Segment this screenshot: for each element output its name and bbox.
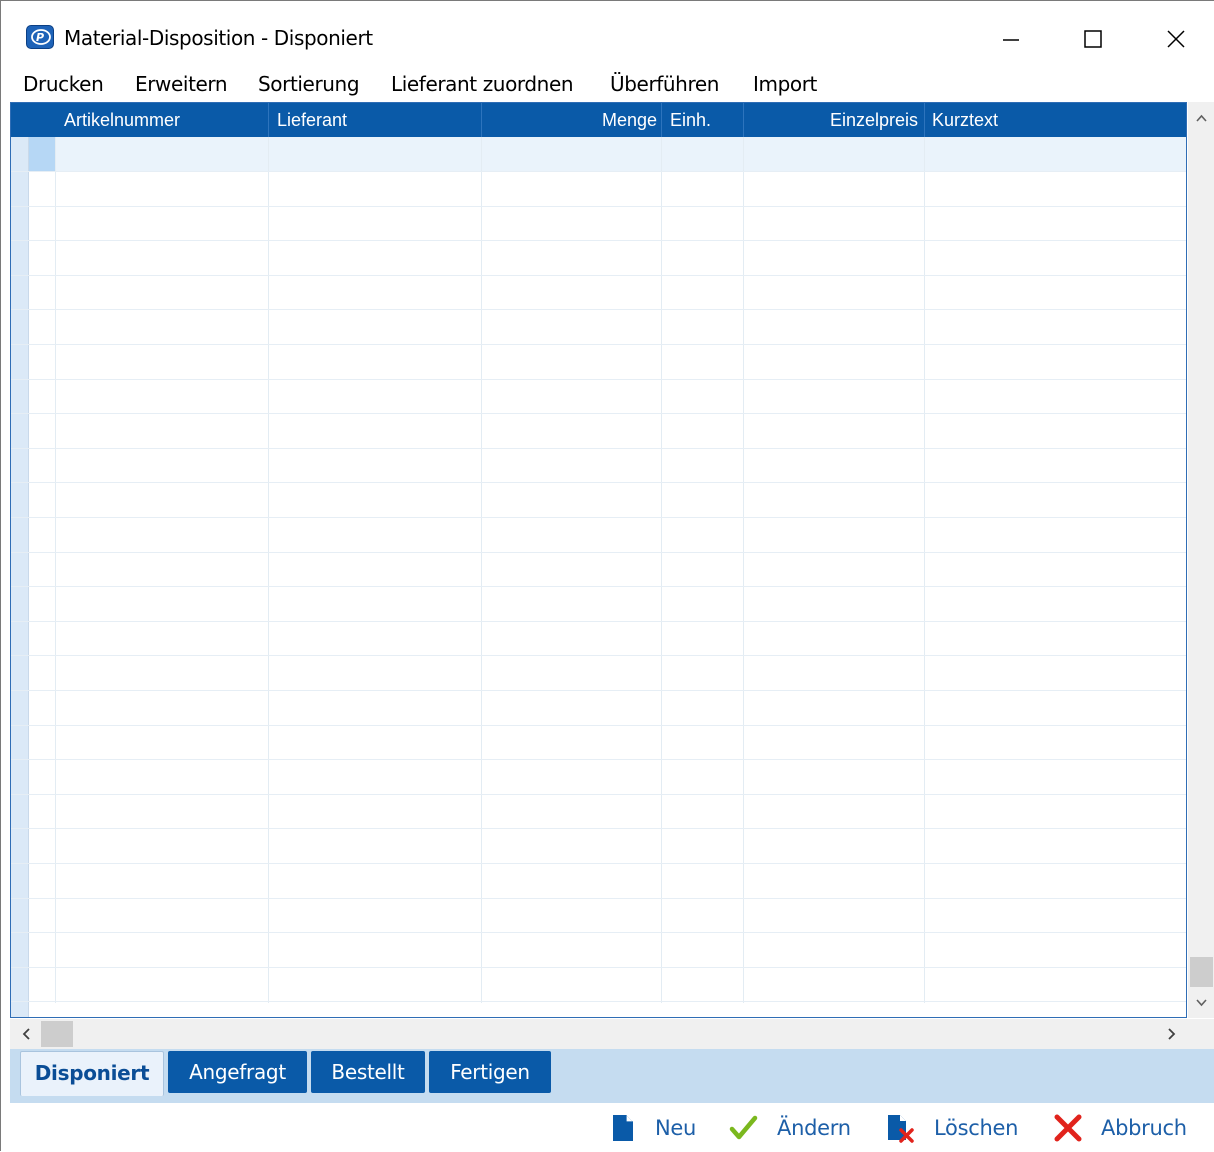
new-button[interactable]: Neu [608,1111,703,1147]
menu-erweitern[interactable]: Erweitern [135,71,228,97]
material-disposition-window: P Material-Disposition - Disponiert Druc… [0,0,1214,1152]
column-header-lieferant[interactable]: Lieferant [277,103,477,137]
grid-column-line [481,137,482,1003]
minimize-button[interactable] [991,19,1031,59]
chevron-down-icon [1196,999,1207,1007]
grid-row-line [11,898,1186,899]
edit-button-label: Ändern [777,1116,851,1140]
grid-row-line [11,828,1186,829]
column-divider[interactable] [661,103,662,137]
tab-bestellt[interactable]: Bestellt [311,1051,425,1093]
grid-row-line [11,379,1186,380]
menu-import[interactable]: Import [753,71,817,97]
grid-header: Artikelnummer Lieferant Menge Einh. Einz… [11,103,1186,137]
column-divider[interactable] [924,103,925,137]
grid-row-line [11,759,1186,760]
close-button[interactable] [1156,19,1196,59]
new-document-icon [613,1115,633,1141]
delete-document-icon [888,1115,914,1143]
grid-row-line [11,967,1186,968]
maximize-icon [1084,30,1102,48]
column-header-einheit[interactable]: Einh. [670,103,740,137]
app-logo-icon: P [26,25,54,49]
scroll-up-button[interactable] [1188,104,1214,131]
column-header-artikelnummer[interactable]: Artikelnummer [64,103,264,137]
maximize-button[interactable] [1073,19,1113,59]
grid-row-line [11,275,1186,276]
horizontal-scroll-thumb[interactable] [41,1021,73,1047]
grid-row-line [11,932,1186,933]
grid-row-line [11,344,1186,345]
tab-angefragt[interactable]: Angefragt [168,1051,307,1093]
column-divider[interactable] [268,103,269,137]
grid-row-line [11,482,1186,483]
tab-fertigen[interactable]: Fertigen [429,1051,551,1093]
menu-sortierung[interactable]: Sortierung [258,71,360,97]
close-icon [1167,30,1185,48]
delete-button[interactable]: Löschen [885,1111,1035,1147]
new-button-label: Neu [655,1116,697,1140]
grid-row-line [11,309,1186,310]
menu-bar: Drucken Erweitern Sortierung Lieferant z… [1,67,1214,103]
grid-column-line [924,137,925,1003]
column-header-einzelpreis[interactable]: Einzelpreis [743,103,918,137]
grid-column-line [661,137,662,1003]
scroll-right-button[interactable] [1158,1019,1186,1049]
chevron-up-icon [1196,114,1207,122]
row-indicator-column[interactable] [11,137,28,1017]
svg-text:P: P [36,31,44,44]
grid-column-line [743,137,744,1003]
selected-row[interactable] [29,137,1186,171]
grid-row-line [11,171,1186,172]
grid-row-line [11,240,1186,241]
vertical-scrollbar[interactable] [1188,102,1214,1018]
grid-row-line [11,690,1186,691]
checkmark-icon [729,1115,758,1140]
action-toolbar: Neu Ändern Löschen Abbruch [10,1103,1214,1152]
grid-row-line [11,206,1186,207]
grid-row-line [11,517,1186,518]
cancel-icon [1054,1114,1082,1142]
menu-lieferant-zuordnen[interactable]: Lieferant zuordnen [391,71,574,97]
grid-row-line [11,586,1186,587]
window-title: Material-Disposition - Disponiert [64,26,373,50]
tab-disponiert[interactable]: Disponiert [20,1051,164,1096]
grid-row-line [11,725,1186,726]
scroll-down-button[interactable] [1188,989,1214,1016]
cancel-button-label: Abbruch [1101,1116,1187,1140]
chevron-right-icon [1168,1028,1176,1040]
grid-column-line [268,137,269,1003]
status-tab-strip: Disponiert Angefragt Bestellt Fertigen [10,1049,1214,1103]
material-grid[interactable]: Artikelnummer Lieferant Menge Einh. Einz… [10,102,1187,1018]
chevron-left-icon [22,1028,30,1040]
grid-column-line [55,137,56,1003]
column-header-menge[interactable]: Menge [481,103,657,137]
cancel-button[interactable]: Abbruch [1053,1111,1198,1147]
grid-row-line [11,1001,1186,1002]
selected-row-indicator[interactable] [29,137,55,171]
grid-row-line [11,621,1186,622]
grid-row-line [11,655,1186,656]
grid-row-line [11,552,1186,553]
minimize-icon [1003,39,1019,41]
row-indicator-divider [28,137,29,1017]
menu-ueberfuehren[interactable]: Überführen [610,71,719,97]
horizontal-scrollbar[interactable] [10,1019,1214,1049]
menu-drucken[interactable]: Drucken [23,71,104,97]
delete-button-label: Löschen [934,1116,1019,1140]
column-header-kurztext[interactable]: Kurztext [932,103,1172,137]
grid-row-line [11,448,1186,449]
grid-row-line [11,413,1186,414]
title-bar: P Material-Disposition - Disponiert [1,1,1214,67]
vertical-scroll-thumb[interactable] [1190,957,1213,987]
grid-row-line [11,794,1186,795]
edit-button[interactable]: Ändern [728,1111,868,1147]
grid-row-line [11,863,1186,864]
scroll-left-button[interactable] [12,1019,40,1049]
